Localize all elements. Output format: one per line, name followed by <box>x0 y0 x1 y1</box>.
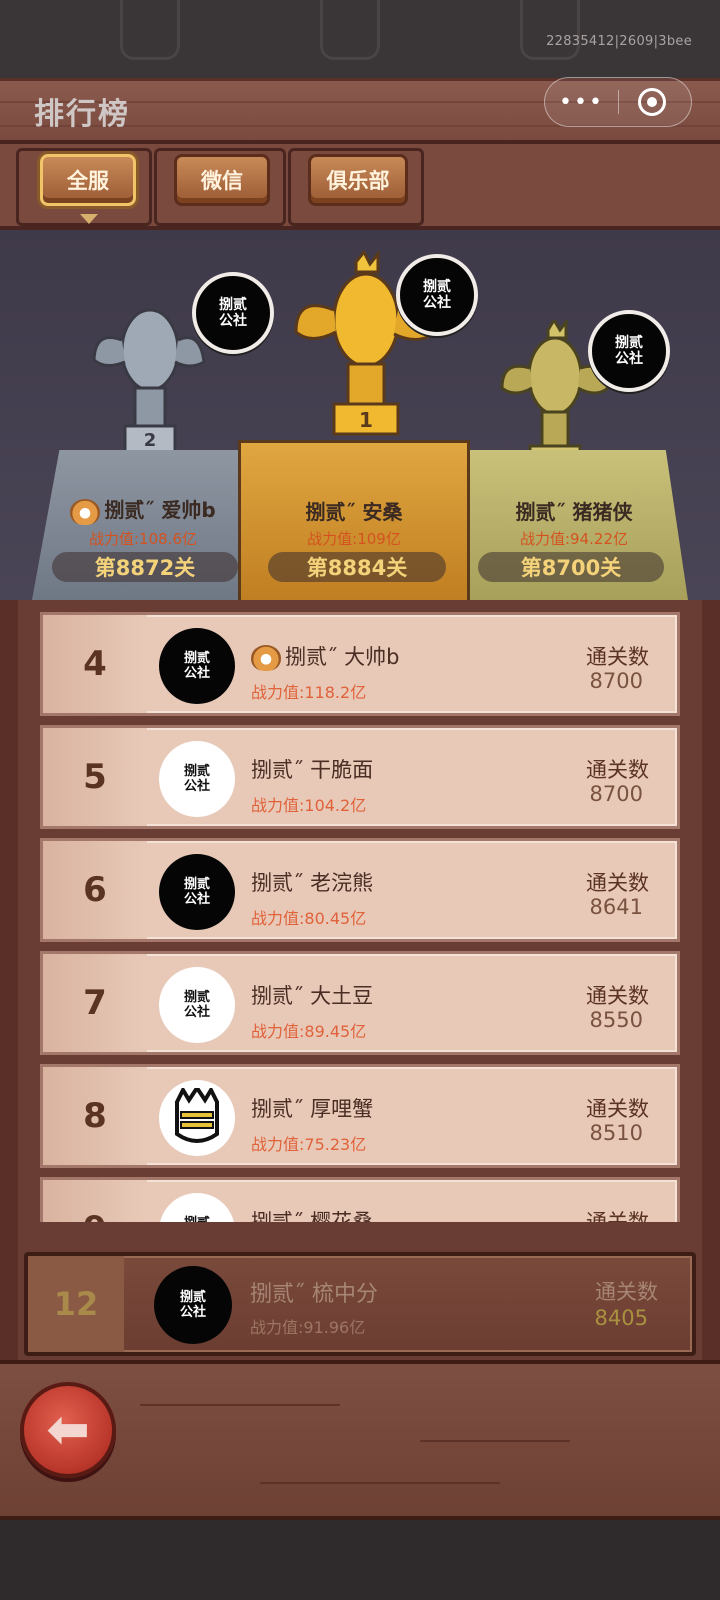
page-title: 排行榜 <box>34 97 130 132</box>
back-arrow-icon: ⬅ <box>46 1400 90 1460</box>
clears-label: 通关数 <box>586 984 649 1008</box>
my-avatar[interactable]: 捌贰 公社 <box>154 1266 232 1344</box>
podium-second-power: 战力值:108.6亿 <box>89 530 197 548</box>
player-name: 捌贰˝ 大帅b <box>251 641 400 671</box>
player-name: 捌贰˝ 干脆面 <box>251 758 374 782</box>
top-strip: 22835412|2609|3bee <box>0 0 720 78</box>
player-name: 捌贰˝ 老浣熊 <box>251 871 374 895</box>
player-power: 战力值:104.2亿 <box>251 796 367 815</box>
player-avatar[interactable]: 捌贰公社 <box>159 967 235 1043</box>
rank-number: 9 <box>43 1180 147 1222</box>
ranking-row[interactable]: 4 捌贰 公社 捌贰˝ 大帅b 战力值:118.2亿 通关数 8700 <box>40 612 680 716</box>
my-clears-label: 通关数 <box>595 1280 658 1304</box>
player-power: 战力值:80.45亿 <box>251 909 367 928</box>
clears-value: 8550 <box>589 1008 643 1032</box>
ranking-list-viewport: 4 捌贰 公社 捌贰˝ 大帅b 战力值:118.2亿 通关数 8700 5 捌贰公… <box>18 600 702 1222</box>
capsule-divider <box>618 90 619 114</box>
back-button[interactable]: ⬅ <box>20 1382 116 1478</box>
tab-all-server[interactable]: 全服 <box>40 154 136 206</box>
decor <box>120 0 180 60</box>
podium-second-name: 捌贰˝ 爱帅b <box>50 494 236 525</box>
footer-bar <box>0 1520 720 1600</box>
podium-first-level: 第8884关 <box>268 552 446 582</box>
clears-label: 通关数 <box>586 1097 649 1121</box>
version-label: 22835412|2609|3bee <box>546 34 692 49</box>
clears-value: 8700 <box>589 669 643 693</box>
podium-third-name: 捌贰˝ 猪猪侠 <box>515 500 633 524</box>
tab-wechat[interactable]: 微信 <box>174 154 270 206</box>
clears-label: 通关数 <box>586 871 649 895</box>
tab-bar: 全服 微信 俱乐部 <box>0 144 720 230</box>
ranking-row[interactable]: 5 捌贰 公社 捌贰˝ 干脆面 战力值:104.2亿 通关数 8700 <box>40 725 680 829</box>
player-avatar[interactable] <box>159 1080 235 1156</box>
ranking-row[interactable]: 6 捌贰 公社 捌贰˝ 老浣熊 战力值:80.45亿 通关数 8641 <box>40 838 680 942</box>
podium-second-level: 第8872关 <box>52 552 238 582</box>
wood-grain <box>420 1440 570 1442</box>
player-avatar[interactable]: 捌贰公社 <box>588 310 670 392</box>
player-name: 捌贰˝ 樱花桑 <box>251 1210 374 1222</box>
player-avatar[interactable]: 捌贰公社 <box>192 272 274 354</box>
more-button[interactable]: ••• <box>545 78 618 126</box>
header: 排行榜 ••• <box>0 77 720 144</box>
podium-third-level: 第8700关 <box>478 552 664 582</box>
wood-grain <box>140 1404 340 1406</box>
podium-third-power: 战力值:94.22亿 <box>520 530 628 548</box>
my-name: 捌贰˝ 梳中分 <box>250 1282 378 1307</box>
my-clears-value: 8405 <box>594 1306 648 1330</box>
ranking-row[interactable]: 7 捌贰 公社 捌贰˝ 大土豆 战力值:89.45亿 通关数 8550 <box>40 951 680 1055</box>
player-power: 战力值:118.2亿 <box>251 683 367 702</box>
decor <box>320 0 380 60</box>
player-avatar[interactable]: 捌贰公社 <box>159 628 235 704</box>
crown-badge-icon <box>251 645 281 671</box>
podium: 2 1 3 捌贰公社 捌贰公社 捌贰公社 捌贰˝ 爱帅b 战力值:108.6亿 … <box>0 230 720 600</box>
crown-badge-icon <box>70 498 101 525</box>
player-avatar[interactable]: 捌贰公社 <box>159 741 235 817</box>
player-avatar[interactable]: 捌贰公社 <box>159 854 235 930</box>
close-target-icon[interactable] <box>638 88 666 116</box>
clears-value: 8641 <box>589 895 643 919</box>
my-power: 战力值:91.96亿 <box>250 1318 366 1337</box>
mini-program-capsule: ••• <box>544 77 692 127</box>
player-name: 捌贰˝ 厚哩蟹 <box>251 1097 374 1121</box>
my-rank-number: 12 <box>28 1256 124 1352</box>
trophy-rank-2: 2 <box>144 430 157 451</box>
rank-number: 6 <box>43 841 147 939</box>
player-name: 捌贰˝ 大土豆 <box>251 984 374 1008</box>
clears-label: 通关数 <box>586 1210 649 1222</box>
tab-club[interactable]: 俱乐部 <box>308 154 408 206</box>
clears-label: 通关数 <box>586 758 649 782</box>
player-avatar[interactable]: 捌贰公社 <box>159 1193 235 1222</box>
clears-value: 8510 <box>589 1121 643 1145</box>
player-avatar[interactable]: 捌贰公社 <box>396 254 478 336</box>
decor <box>520 0 580 60</box>
player-power: 战力值:75.23亿 <box>251 1135 367 1154</box>
ranking-row[interactable]: 9 捌贰公社 捌贰˝ 樱花桑 通关数 <box>40 1177 680 1222</box>
active-tab-pointer-icon <box>80 214 98 224</box>
rank-number: 8 <box>43 1067 147 1165</box>
my-rank-row[interactable]: 12 捌贰 公社 捌贰˝ 梳中分 战力值:91.96亿 通关数 8405 <box>24 1252 696 1356</box>
rank-number: 7 <box>43 954 147 1052</box>
podium-first-power: 战力值:109亿 <box>307 530 401 548</box>
trophy-rank-1: 1 <box>359 408 373 432</box>
crab-logo-icon <box>175 1088 219 1143</box>
rank-number: 4 <box>43 615 147 713</box>
ranking-row[interactable]: 8 捌贰˝ 厚哩蟹 战力值:75.23亿 通关数 8510 <box>40 1064 680 1168</box>
ranking-list[interactable]: 4 捌贰 公社 捌贰˝ 大帅b 战力值:118.2亿 通关数 8700 5 捌贰公… <box>0 600 720 1360</box>
clears-label: 通关数 <box>586 645 649 669</box>
clears-value: 8700 <box>589 782 643 806</box>
wood-grain <box>260 1482 500 1484</box>
rank-number: 5 <box>43 728 147 826</box>
podium-first-name: 捌贰˝ 安桑 <box>305 500 403 524</box>
player-power: 战力值:89.45亿 <box>251 1022 367 1041</box>
